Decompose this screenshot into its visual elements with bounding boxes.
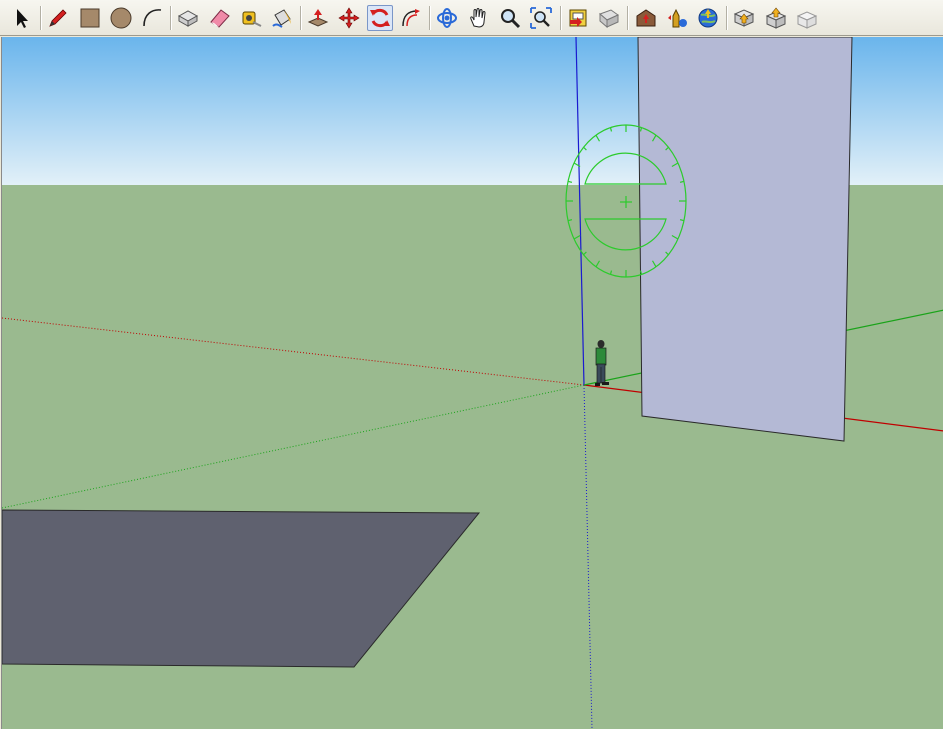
pan-tool-button[interactable] (466, 5, 492, 31)
share-component-tool-button[interactable] (763, 5, 789, 31)
extension-icon (796, 11, 818, 29)
get-components-tool-button[interactable] (731, 5, 757, 31)
paint-bucket-icon (272, 9, 291, 28)
arc-icon (143, 9, 162, 27)
zoom-extents-icon (530, 7, 552, 29)
rectangle-icon (80, 8, 100, 28)
offset-tool-button[interactable] (398, 5, 424, 31)
rotate-tool-button[interactable] (367, 5, 393, 31)
orbit-tool-button[interactable] (434, 5, 460, 31)
drawing-viewport[interactable] (1, 37, 943, 729)
orbit-icon (437, 8, 457, 28)
toolbar-separator (429, 6, 431, 30)
pencil-icon (49, 9, 67, 27)
extension-warehouse-tool-button[interactable] (794, 5, 820, 31)
move-icon (338, 7, 360, 29)
toolbar-separator (300, 6, 302, 30)
arc-tool-button[interactable] (139, 5, 165, 31)
zoom-tool-button[interactable] (497, 5, 523, 31)
previous-view-icon (569, 9, 587, 27)
previous-view-tool-button[interactable] (565, 5, 591, 31)
paint-bucket-tool-button[interactable] (269, 5, 295, 31)
push-pull-tool-button[interactable] (305, 5, 331, 31)
line-tool-button[interactable] (45, 5, 71, 31)
share-model-tool-button[interactable] (664, 5, 690, 31)
circle-icon (110, 7, 132, 29)
toolbar-separator (170, 6, 172, 30)
magnifier-icon (501, 9, 521, 29)
arrow-cursor-icon (17, 9, 28, 28)
rectangle-tool-button[interactable] (77, 5, 103, 31)
rotate-icon (370, 8, 390, 28)
select-tool-button[interactable] (8, 5, 34, 31)
globe-icon (698, 8, 718, 28)
hand-icon (470, 8, 486, 28)
get-models-tool-button[interactable] (633, 5, 659, 31)
wall-face[interactable] (637, 37, 853, 442)
next-view-tool-button[interactable] (596, 5, 622, 31)
upload-component-icon (765, 7, 787, 29)
component-icon (177, 10, 199, 27)
toolbar-separator (40, 6, 42, 30)
download-component-icon (733, 9, 755, 27)
next-view-icon (599, 9, 619, 29)
move-tool-button[interactable] (336, 5, 362, 31)
toolbar-separator (726, 6, 728, 30)
main-toolbar (0, 0, 943, 36)
offset-icon (402, 9, 420, 27)
zoom-extents-tool-button[interactable] (528, 5, 554, 31)
share-model-icon (668, 8, 687, 28)
toolbar-separator (627, 6, 629, 30)
warehouse-icon (636, 9, 656, 27)
toolbar-separator (560, 6, 562, 30)
circle-tool-button[interactable] (108, 5, 134, 31)
google-earth-tool-button[interactable] (695, 5, 721, 31)
make-component-tool-button[interactable] (175, 5, 201, 31)
eraser-tool-button[interactable] (207, 5, 233, 31)
eraser-icon (210, 9, 230, 28)
push-pull-icon (307, 9, 329, 27)
tape-measure-tool-button[interactable] (238, 5, 264, 31)
tape-measure-icon (242, 11, 262, 27)
